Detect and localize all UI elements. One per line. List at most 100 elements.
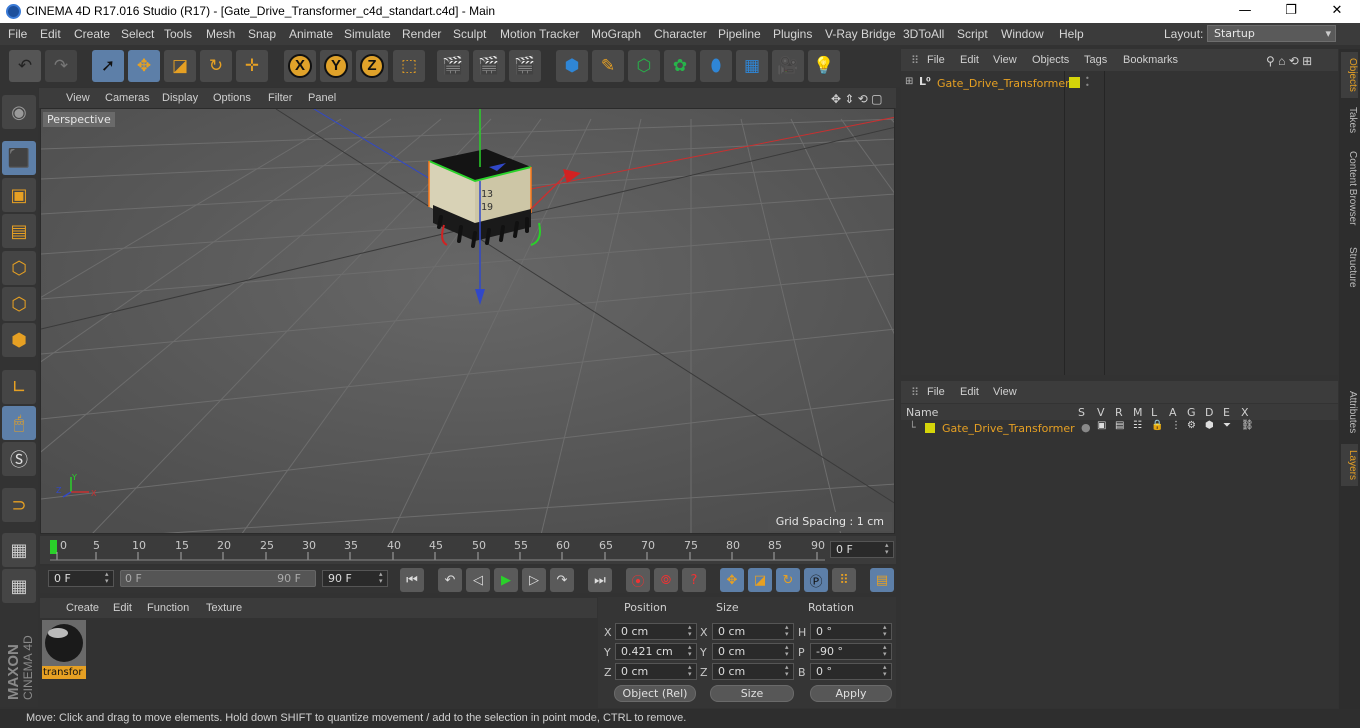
redo-icon[interactable]: ↷ — [45, 50, 77, 82]
tab-layers[interactable]: Layers — [1341, 444, 1358, 486]
layer-color-tag[interactable] — [1069, 77, 1080, 88]
tab-takes[interactable]: Takes — [1341, 102, 1358, 138]
key-point-level-icon[interactable]: ⠿ — [832, 568, 856, 592]
menu-animate[interactable]: Animate — [289, 27, 333, 41]
layer-row[interactable]: └ Gate_Drive_Transformer ● ▣ ▤ ☷ 🔒 ⋮ ⚙ ⬢… — [903, 420, 1337, 436]
move-tool-icon[interactable]: ✥ — [128, 50, 160, 82]
render-picture-viewer-icon[interactable]: 🎬 — [473, 50, 505, 82]
expand-toggle-icon[interactable]: ⊞ — [905, 76, 913, 87]
key-rotation-icon[interactable]: ↻ — [776, 568, 800, 592]
size-y-field[interactable]: 0 cm — [712, 643, 794, 660]
menu-script[interactable]: Script — [957, 27, 988, 41]
key-scale-icon[interactable]: ◪ — [748, 568, 772, 592]
texture-mode-icon[interactable]: ▣ — [2, 178, 36, 212]
menu-sculpt[interactable]: Sculpt — [453, 27, 486, 41]
render-toggle-icon[interactable]: ▤ — [1115, 420, 1124, 431]
col-render[interactable]: R — [1115, 406, 1123, 419]
viewport-menu-panel[interactable]: Panel — [308, 92, 336, 104]
layer-color-swatch[interactable] — [925, 423, 935, 433]
menu-edit[interactable]: Edit — [40, 27, 61, 41]
x-axis-lock-icon[interactable]: X — [284, 50, 316, 82]
objects-menu-edit[interactable]: Edit — [960, 54, 979, 66]
menu-window[interactable]: Window — [1001, 27, 1044, 41]
visibility-dots-icon[interactable]: • • — [1085, 75, 1090, 90]
magnet-icon[interactable]: ⊃ — [2, 488, 36, 522]
objects-menu-tags[interactable]: Tags — [1084, 54, 1107, 66]
menu-mograph[interactable]: MoGraph — [591, 27, 641, 41]
material-menu-edit[interactable]: Edit — [113, 602, 132, 614]
edges-mode-icon[interactable]: ⬡ — [2, 287, 36, 321]
workplane-mode-icon[interactable]: ▤ — [2, 214, 36, 248]
menu-plugins[interactable]: Plugins — [773, 27, 812, 41]
col-manager[interactable]: M — [1133, 406, 1143, 419]
timeline-ruler[interactable]: 0 5 10 15 20 25 30 35 40 45 50 55 60 65 … — [40, 536, 896, 564]
menu-create[interactable]: Create — [74, 27, 110, 41]
playhead-marker[interactable] — [50, 540, 57, 554]
layers-menu-file[interactable]: File — [927, 386, 945, 398]
col-view[interactable]: V — [1097, 406, 1105, 419]
generator-toggle-icon[interactable]: ⚙ — [1187, 420, 1196, 431]
viewport-menu-options[interactable]: Options — [213, 92, 251, 104]
subdivision-icon[interactable]: ⬡ — [628, 50, 660, 82]
tab-objects[interactable]: Objects — [1341, 52, 1358, 98]
apply-button[interactable]: Apply — [810, 685, 892, 702]
layers-menu-view[interactable]: View — [993, 386, 1017, 398]
col-generators[interactable]: G — [1187, 406, 1196, 419]
viewport-menu-cameras[interactable]: Cameras — [105, 92, 150, 104]
col-deformers[interactable]: D — [1205, 406, 1213, 419]
objects-menu-bookmarks[interactable]: Bookmarks — [1123, 54, 1178, 66]
size-mode-dropdown[interactable]: Size — [710, 685, 794, 702]
maximize-button[interactable]: ❐ — [1268, 0, 1314, 23]
viewport-perspective[interactable]: 13 19 Y X Z Perspective Grid Spacing: 1… — [40, 108, 895, 534]
manager-toggle-icon[interactable]: ☷ — [1133, 420, 1142, 431]
floor-icon[interactable]: ▦ — [736, 50, 768, 82]
go-to-end-icon[interactable]: ⏭ — [588, 568, 612, 592]
col-xref[interactable]: X — [1241, 406, 1249, 419]
tab-content-browser[interactable]: Content Browser — [1341, 142, 1358, 234]
menu-render[interactable]: Render — [402, 27, 441, 41]
points-mode-icon[interactable]: ⬡ — [2, 251, 36, 285]
record-icon[interactable]: ⦿ — [626, 568, 650, 592]
end-frame-field[interactable]: 90 F — [322, 570, 388, 587]
polygons-mode-icon[interactable]: ⬢ — [2, 323, 36, 357]
autokey-icon[interactable]: ⦾ — [654, 568, 678, 592]
menu-simulate[interactable]: Simulate — [344, 27, 391, 41]
position-y-field[interactable]: 0.421 cm — [615, 643, 697, 660]
objects-menu-objects[interactable]: Objects — [1032, 54, 1069, 66]
menu-mesh[interactable]: Mesh — [206, 27, 235, 41]
col-solo[interactable]: S — [1078, 406, 1085, 419]
render-view-icon[interactable]: 🎬 — [437, 50, 469, 82]
expression-toggle-icon[interactable]: ⏷ — [1223, 420, 1231, 431]
coordinate-system-icon[interactable]: ⬚ — [393, 50, 425, 82]
light-icon[interactable]: 💡 — [808, 50, 840, 82]
workplane-lock-icon[interactable]: ▦ — [2, 533, 36, 567]
deformer-toggle-icon[interactable]: ⬢ — [1205, 420, 1214, 431]
xref-toggle-icon[interactable]: ⛓ — [1241, 420, 1254, 431]
rotation-p-field[interactable]: -90 ° — [810, 643, 892, 660]
menu-help[interactable]: Help — [1059, 27, 1084, 41]
viewport-menu-filter[interactable]: Filter — [268, 92, 292, 104]
menu-tools[interactable]: Tools — [164, 27, 192, 41]
make-editable-icon[interactable]: ◉ — [2, 95, 36, 129]
menu-motion-tracker[interactable]: Motion Tracker — [500, 27, 579, 41]
objects-search-icon[interactable]: ⚲ ⌂ ⟲ ⊞ — [1266, 54, 1312, 68]
deformer-icon[interactable]: ⬮ — [700, 50, 732, 82]
y-axis-lock-icon[interactable]: Y — [320, 50, 352, 82]
menu-3dtoall[interactable]: 3DToAll — [903, 27, 944, 41]
cube-primitive-icon[interactable]: ⬢ — [556, 50, 588, 82]
cloner-icon[interactable]: ✿ — [664, 50, 696, 82]
menu-select[interactable]: Select — [121, 27, 154, 41]
recent-tool-icon[interactable]: ✛ — [236, 50, 268, 82]
undo-icon[interactable]: ↶ — [9, 50, 41, 82]
select-tool-icon[interactable]: ➚ — [92, 50, 124, 82]
model-mode-icon[interactable]: ⬛ — [2, 141, 36, 175]
layout-dropdown[interactable]: Startup — [1207, 25, 1336, 42]
coordinate-mode-dropdown[interactable]: Object (Rel) — [614, 685, 696, 702]
col-expressions[interactable]: E — [1223, 406, 1230, 419]
position-x-field[interactable]: 0 cm — [615, 623, 697, 640]
minimize-button[interactable]: — — [1222, 0, 1268, 23]
keyframe-selection-icon[interactable]: ? — [682, 568, 706, 592]
position-z-field[interactable]: 0 cm — [615, 663, 697, 680]
key-position-icon[interactable]: ✥ — [720, 568, 744, 592]
pen-spline-icon[interactable]: ✎ — [592, 50, 624, 82]
